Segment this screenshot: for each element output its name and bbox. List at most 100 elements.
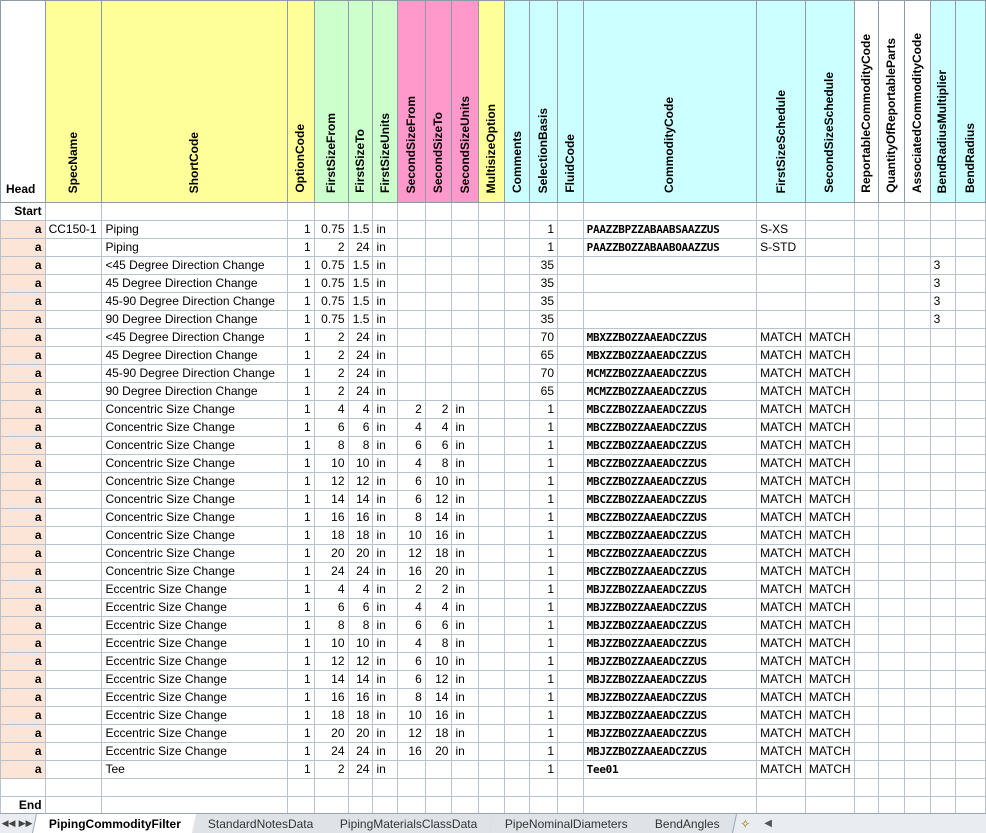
cell[interactable] xyxy=(904,220,931,239)
cell[interactable] xyxy=(904,598,931,617)
cell[interactable]: MATCH xyxy=(804,472,855,491)
cell[interactable]: MBJZZBOZZAAEADCZZUS xyxy=(582,616,758,635)
cell[interactable]: MATCH xyxy=(804,652,855,671)
cell[interactable]: <45 Degree Direction Change xyxy=(101,328,289,347)
cell[interactable] xyxy=(503,364,531,383)
cell[interactable]: 6 xyxy=(397,652,426,671)
cell[interactable] xyxy=(904,490,931,509)
scroll-left-icon[interactable]: ◀ xyxy=(764,818,772,829)
cell[interactable] xyxy=(503,346,531,365)
cell[interactable]: 1 xyxy=(287,220,315,239)
cell[interactable] xyxy=(478,364,505,383)
cell[interactable]: 8 xyxy=(397,688,426,707)
cell[interactable] xyxy=(955,256,986,275)
cell[interactable]: 2 xyxy=(397,580,426,599)
cell[interactable] xyxy=(451,202,480,221)
cell[interactable] xyxy=(853,796,880,813)
cell[interactable]: 18 xyxy=(424,544,453,563)
cell[interactable] xyxy=(929,400,957,419)
column-header-selection-basis[interactable]: SelectionBasis xyxy=(529,0,559,203)
cell[interactable] xyxy=(955,364,986,383)
cell[interactable]: 18 xyxy=(424,724,453,743)
cell[interactable]: 1 xyxy=(529,508,559,527)
cell[interactable] xyxy=(955,580,986,599)
cell[interactable]: in xyxy=(372,742,399,761)
cell[interactable]: 1 xyxy=(287,274,315,293)
cell[interactable]: in xyxy=(372,346,399,365)
cell[interactable] xyxy=(478,328,505,347)
cell[interactable] xyxy=(424,220,453,239)
cell[interactable]: PAAZZBPZZABAABSAAZZUS xyxy=(582,220,758,239)
cell[interactable] xyxy=(955,526,986,545)
cell[interactable]: MATCH xyxy=(804,634,855,653)
row-label[interactable]: a xyxy=(0,616,46,635)
cell[interactable] xyxy=(478,418,505,437)
cell[interactable]: 14 xyxy=(313,670,349,689)
cell[interactable] xyxy=(853,256,880,275)
cell[interactable]: in xyxy=(372,364,399,383)
cell[interactable] xyxy=(397,256,426,275)
cell[interactable]: in xyxy=(372,760,399,779)
cell[interactable] xyxy=(853,742,880,761)
cell[interactable]: MBJZZBOZZAAEADCZZUS xyxy=(582,706,758,725)
cell[interactable]: 1 xyxy=(529,238,559,257)
cell[interactable] xyxy=(397,778,426,797)
cell[interactable]: Eccentric Size Change xyxy=(101,724,289,743)
cell[interactable] xyxy=(287,202,315,221)
cell[interactable]: S-STD xyxy=(756,238,806,257)
cell[interactable] xyxy=(804,292,855,311)
cell[interactable] xyxy=(44,580,103,599)
cell[interactable]: Concentric Size Change xyxy=(101,490,289,509)
cell[interactable]: 1 xyxy=(529,418,559,437)
cell[interactable] xyxy=(557,310,584,329)
cell[interactable]: in xyxy=(372,688,399,707)
cell[interactable]: MBCZZBOZZAAEADCZZUS xyxy=(582,562,758,581)
cell[interactable]: MATCH xyxy=(804,598,855,617)
column-header-bend-radius-multiplier[interactable]: BendRadiusMultiplier xyxy=(929,0,957,203)
cell[interactable]: MATCH xyxy=(804,436,855,455)
cell[interactable] xyxy=(853,220,880,239)
cell[interactable] xyxy=(878,778,906,797)
cell[interactable] xyxy=(929,670,957,689)
cell[interactable] xyxy=(955,616,986,635)
cell[interactable]: 0.75 xyxy=(313,310,349,329)
row-label[interactable]: a xyxy=(0,382,46,401)
cell[interactable]: MATCH xyxy=(804,508,855,527)
cell[interactable] xyxy=(478,562,505,581)
cell[interactable] xyxy=(503,760,531,779)
cell[interactable]: 4 xyxy=(397,634,426,653)
cell[interactable] xyxy=(44,562,103,581)
cell[interactable] xyxy=(478,796,505,813)
cell[interactable]: 20 xyxy=(347,724,374,743)
cell[interactable] xyxy=(878,436,906,455)
cell[interactable] xyxy=(397,292,426,311)
cell[interactable] xyxy=(878,562,906,581)
cell[interactable] xyxy=(44,346,103,365)
cell[interactable] xyxy=(955,724,986,743)
cell[interactable] xyxy=(503,472,531,491)
cell[interactable]: 20 xyxy=(313,724,349,743)
cell[interactable] xyxy=(478,454,505,473)
cell[interactable] xyxy=(853,580,880,599)
cell[interactable] xyxy=(557,724,584,743)
cell[interactable] xyxy=(44,490,103,509)
cell[interactable]: MATCH xyxy=(756,328,806,347)
column-header-comments[interactable]: Comments xyxy=(503,0,531,203)
cell[interactable] xyxy=(955,544,986,563)
cell[interactable] xyxy=(424,238,453,257)
cell[interactable] xyxy=(853,454,880,473)
cell[interactable]: in xyxy=(451,418,480,437)
cell[interactable] xyxy=(557,742,584,761)
cell[interactable] xyxy=(878,382,906,401)
row-label[interactable]: a xyxy=(0,760,46,779)
cell[interactable] xyxy=(503,292,531,311)
cell[interactable] xyxy=(557,670,584,689)
cell[interactable] xyxy=(878,364,906,383)
cell[interactable]: MATCH xyxy=(756,598,806,617)
row-label[interactable]: a xyxy=(0,742,46,761)
row-label[interactable]: a xyxy=(0,346,46,365)
cell[interactable]: 14 xyxy=(424,688,453,707)
cell[interactable] xyxy=(44,292,103,311)
cell[interactable]: in xyxy=(451,508,480,527)
cell[interactable] xyxy=(853,490,880,509)
